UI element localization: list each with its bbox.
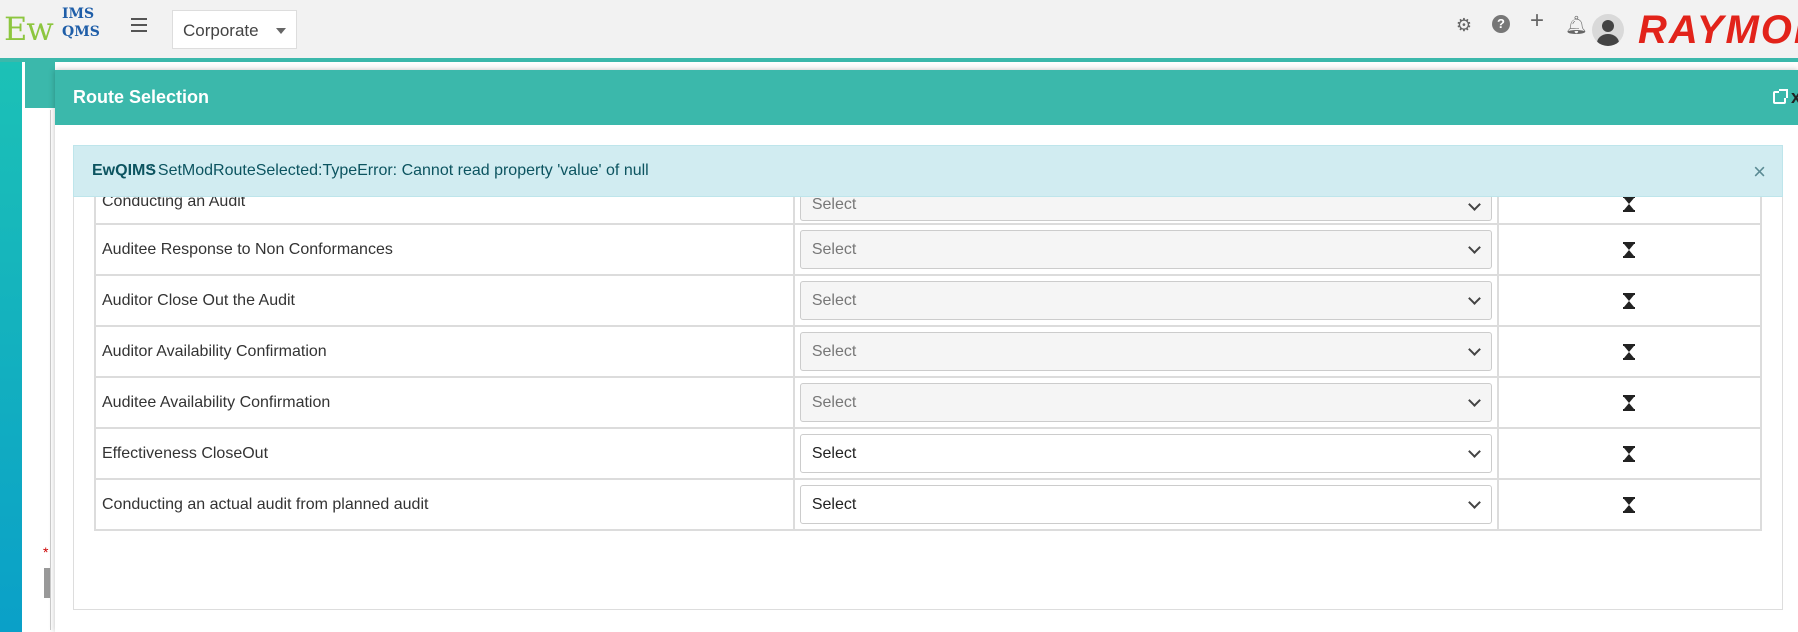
logo-qms-text: QMS [62, 24, 100, 40]
company-brand-logo: RAYMOI [1638, 8, 1798, 52]
chevron-down-icon [1467, 292, 1481, 305]
table-row: Effectiveness CloseOut Select [94, 427, 1763, 480]
hourglass-icon[interactable] [1623, 196, 1636, 212]
table-row: Auditor Close Out the Audit Select [94, 274, 1763, 327]
add-plus-icon[interactable]: + [1528, 9, 1546, 33]
route-select[interactable]: Select [799, 230, 1492, 269]
error-alert: EwQIMS : SetModRouteSelected:TypeError: … [73, 145, 1783, 197]
route-select-value: Select [811, 292, 857, 309]
help-icon[interactable]: ? [1492, 15, 1510, 33]
chevron-down-icon [1467, 394, 1481, 407]
hourglass-icon[interactable] [1623, 292, 1636, 309]
step-name: Auditor Availability Confirmation [102, 342, 327, 360]
chevron-down-icon [1467, 445, 1481, 458]
menu-icon[interactable] [128, 14, 150, 36]
step-name: Conducting an actual audit from planned … [102, 495, 429, 513]
table-row: Auditor Availability Confirmation Select [94, 325, 1763, 378]
route-selection-modal: Route Selection x EwQIMS : SetModRouteSe… [55, 70, 1798, 632]
required-marker: * [43, 544, 49, 560]
route-select-value: Select [811, 445, 857, 462]
modal-header: Route Selection x [55, 70, 1798, 125]
external-link-icon[interactable] [1773, 89, 1788, 104]
chevron-down-icon [1467, 241, 1481, 254]
logo-ims-text: IMS [62, 6, 95, 22]
step-name: Effectiveness CloseOut [102, 444, 269, 462]
route-table: Conducting an Audit Select Auditee Respo… [94, 191, 1763, 531]
table-row: Auditee Availability Confirmation Select [94, 376, 1763, 429]
route-select[interactable]: Select [799, 332, 1492, 371]
ewqims-logo[interactable]: Ew IMS QMS [2, 6, 100, 48]
top-navbar: Ew IMS QMS Corporate ⚙ ? + 🔔︎ RAYMOI [0, 0, 1798, 62]
notification-bell-icon[interactable]: 🔔︎ [1565, 16, 1588, 34]
hourglass-icon[interactable] [1623, 394, 1636, 411]
background-panel-header [25, 62, 55, 108]
chevron-down-icon [1467, 496, 1481, 509]
chevron-down-icon [1467, 198, 1481, 211]
background-panel-border [50, 110, 51, 630]
caret-down-icon [276, 28, 286, 34]
organization-select-value: Corporate [183, 21, 259, 40]
logo-ew-text: Ew [4, 10, 54, 48]
route-select[interactable]: Select [799, 383, 1492, 422]
chevron-down-icon [1467, 343, 1481, 356]
background-sidebar-strip [0, 62, 22, 632]
alert-close-button[interactable]: × [1753, 159, 1766, 185]
modal-close-button[interactable]: x [1791, 87, 1798, 108]
route-select[interactable]: Select [799, 485, 1492, 524]
route-select-value: Select [811, 496, 857, 513]
route-select-value: Select [811, 343, 857, 360]
settings-gear-icon[interactable]: ⚙ [1455, 16, 1473, 34]
alert-message: : SetModRouteSelected:TypeError: Cannot … [149, 162, 649, 179]
route-select[interactable]: Select [799, 281, 1492, 320]
background-field-edge [44, 568, 50, 598]
hourglass-icon[interactable] [1623, 445, 1636, 462]
hourglass-icon[interactable] [1623, 343, 1636, 360]
table-row: Conducting an actual audit from planned … [94, 478, 1763, 531]
organization-select[interactable]: Corporate [172, 10, 297, 49]
step-name: Auditee Response to Non Conformances [102, 240, 393, 258]
route-select[interactable]: Select [799, 434, 1492, 473]
route-select-value: Select [811, 241, 857, 258]
modal-title: Route Selection [73, 87, 210, 107]
hourglass-icon[interactable] [1623, 241, 1636, 258]
hourglass-icon[interactable] [1623, 496, 1636, 513]
table-row: Auditee Response to Non Conformances Sel… [94, 223, 1763, 276]
route-select-value: Select [811, 196, 857, 213]
modal-body: EwQIMS : SetModRouteSelected:TypeError: … [73, 145, 1783, 610]
step-name: Auditor Close Out the Audit [102, 291, 295, 309]
user-avatar[interactable] [1592, 14, 1624, 46]
route-select-value: Select [811, 394, 857, 411]
step-name: Auditee Availability Confirmation [102, 393, 331, 411]
alert-title: EwQIMS [92, 162, 157, 179]
